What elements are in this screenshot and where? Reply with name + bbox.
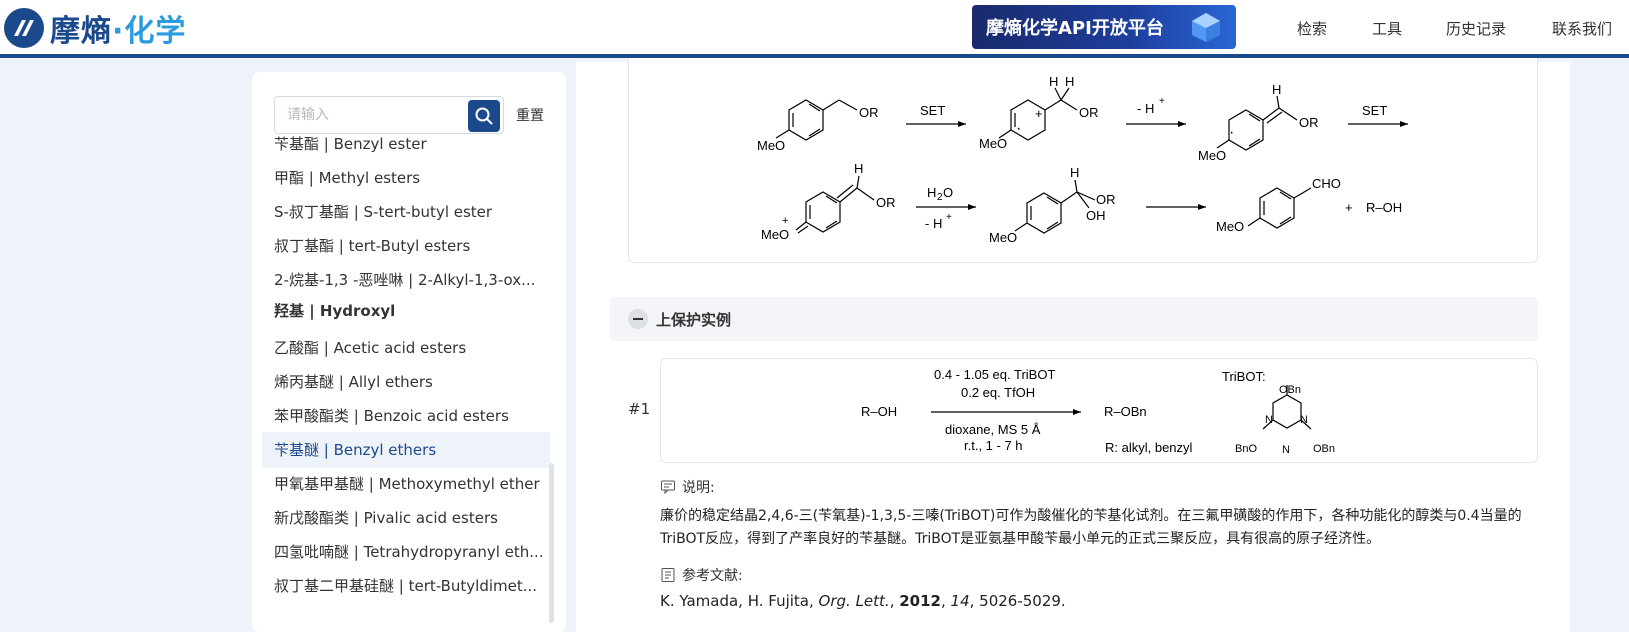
mech-plus-4: + (782, 215, 788, 227)
nav-tools[interactable]: 工具 (1372, 18, 1402, 39)
example-reaction-scheme: R–OH 0.4 - 1.05 eq. TriBOT 0.2 eq. TfOH … (660, 358, 1538, 463)
r-groups: R: alkyl, benzyl (1105, 440, 1193, 455)
section-title: 上保护实例 (656, 311, 732, 329)
reset-button[interactable]: 重置 (516, 105, 544, 125)
ref-year: 2012 (899, 592, 941, 610)
sidebar-item[interactable]: 苄基醚 | Benzyl ethers (262, 432, 550, 468)
mech-plus-2: + (1035, 106, 1043, 121)
mech-h-4: H (854, 161, 863, 176)
reference-citation[interactable]: K. Yamada, H. Fujita, Org. Lett., 2012 , … (660, 592, 1066, 610)
mech-minus-h-plus: + (1159, 96, 1165, 107)
logo-text: 摩熵 (50, 14, 112, 49)
ref-sep-1: , (889, 592, 900, 610)
logo-accent-text: 化学 (124, 14, 187, 49)
condition-line-1: dioxane, MS 5 Å (945, 422, 1041, 437)
sidebar-item[interactable]: 苯甲酸酯类 | Benzoic acid esters (262, 398, 550, 434)
ref-sep-2: , (940, 592, 951, 610)
reagent-line-1: 0.4 - 1.05 eq. TriBOT (934, 367, 1055, 382)
mech-h2o-h: H (927, 185, 936, 200)
protection-examples-header[interactable]: 上保护实例 (610, 297, 1538, 341)
logo-dot: · (112, 14, 125, 49)
reference-heading: 参考文献: (660, 565, 743, 585)
comment-icon (661, 480, 675, 495)
sidebar-item[interactable]: 苄基酯 | Benzyl ester (262, 126, 550, 162)
mech-minus-h-2-plus: + (946, 212, 952, 223)
sidebar-item[interactable]: 烯丙基醚 | Allyl ethers (262, 364, 550, 400)
sidebar-item[interactable]: 叔丁基酯 | tert-Butyl esters (262, 228, 550, 264)
mech-set-2: SET (1362, 103, 1387, 118)
ref-authors: K. Yamada, H. Fujita, (660, 592, 819, 610)
tribot-n-3: N (1282, 444, 1290, 456)
collapse-icon[interactable] (628, 309, 648, 329)
mech-minus-h: - H (1137, 101, 1154, 116)
mech-h-2a: H (1049, 74, 1058, 89)
ref-journal: Org. Lett. (818, 592, 890, 610)
mech-oh-5: OH (1086, 208, 1106, 223)
logo-icon (4, 8, 44, 48)
mech-or-3: OR (1299, 115, 1319, 130)
tribot-obn-right: OBn (1313, 443, 1335, 455)
sidebar-group-heading[interactable]: 羟基 | Hydroxyl (262, 293, 550, 329)
mech-h-3: H (1272, 82, 1281, 97)
mech-h-2b: H (1065, 74, 1074, 89)
sidebar-item[interactable]: 甲氧基甲基醚 | Methoxymethyl ether (262, 466, 550, 502)
nav-contact[interactable]: 联系我们 (1552, 18, 1612, 39)
sidebar-item[interactable]: 甲酯 | Methyl esters (262, 160, 550, 196)
mech-h-5: H (1070, 165, 1079, 180)
condition-line-2: r.t., 1 - 7 h (964, 438, 1023, 453)
api-platform-banner[interactable]: 摩熵化学API开放平台 (972, 5, 1236, 49)
mech-h2o-o: O (943, 185, 953, 200)
mech-roh: R–OH (1366, 200, 1402, 215)
reactant-roh: R–OH (861, 404, 897, 419)
mech-set-1: SET (920, 103, 945, 118)
mechanism-scheme: MeO OR SET MeO OR H H + · - H + MeO OR H… (628, 58, 1538, 263)
sidebar-item[interactable]: 新戊酸酯类 | Pivalic acid esters (262, 500, 550, 536)
mech-meo-3: MeO (1198, 148, 1226, 163)
note-label: 说明: (682, 480, 715, 496)
sidebar-item[interactable]: 四氢吡喃醚 | Tetrahydropyranyl eth... (262, 534, 550, 570)
document-icon (661, 568, 675, 582)
reagent-line-2: 0.2 eq. TfOH (961, 385, 1035, 400)
sidebar-item[interactable]: 叔丁基二甲基硅醚 | tert-Butyldimet... (262, 568, 550, 604)
sidebar-item[interactable]: S-叔丁基酯 | S-tert-butyl ester (262, 194, 550, 230)
mech-radical-3: · (1229, 124, 1234, 141)
mech-minus-h-2: - H (925, 216, 942, 231)
mech-meo-1: MeO (757, 138, 785, 153)
tribot-label: TriBOT: (1222, 369, 1266, 384)
cube-icon (1192, 13, 1220, 42)
nav-search[interactable]: 检索 (1297, 18, 1327, 39)
mech-or-2: OR (1079, 105, 1099, 120)
tribot-n-2: N (1300, 414, 1308, 426)
mech-radical-2: · (1016, 120, 1021, 137)
ref-volume: 14 (950, 592, 970, 610)
sidebar-scrollbar[interactable] (549, 463, 554, 623)
mech-meo-6: MeO (1216, 219, 1244, 234)
mech-meo-5: MeO (989, 230, 1017, 245)
mech-meo-4: MeO (761, 227, 789, 242)
mech-or-1: OR (859, 105, 879, 120)
reference-label: 参考文献: (682, 568, 743, 584)
ref-pages: , 5026-5029. (969, 592, 1066, 610)
tribot-n-1: N (1265, 414, 1273, 426)
mech-cho: CHO (1312, 176, 1341, 191)
mech-plus-product: + (1345, 200, 1353, 215)
sidebar-item[interactable]: 乙酸酯 | Acetic acid esters (262, 330, 550, 366)
mech-or-4: OR (876, 195, 896, 210)
mech-or-5: OR (1096, 192, 1116, 207)
example-number: #1 (628, 400, 651, 418)
sidebar: 重置 苄基酯 | Benzyl ester甲酯 | Methyl estersS… (252, 72, 566, 632)
note-text: 廉价的稳定结晶2,4,6-三(苄氧基)-1,3,5-三嗪(TriBOT)可作为酸… (660, 508, 1522, 547)
tribot-obn-top: OBn (1279, 384, 1301, 396)
banner-text: 摩熵化学API开放平台 (986, 18, 1164, 39)
mech-meo-2: MeO (979, 136, 1007, 151)
top-header: 摩熵·化学 摩熵化学API开放平台 检索 工具 历史记录 联系我们 (0, 0, 1629, 58)
product-robn: R–OBn (1104, 404, 1147, 419)
site-logo[interactable]: 摩熵·化学 (4, 6, 186, 50)
tribot-bno: BnO (1235, 443, 1257, 455)
note-heading: 说明: (660, 477, 715, 497)
nav-history[interactable]: 历史记录 (1446, 18, 1506, 39)
